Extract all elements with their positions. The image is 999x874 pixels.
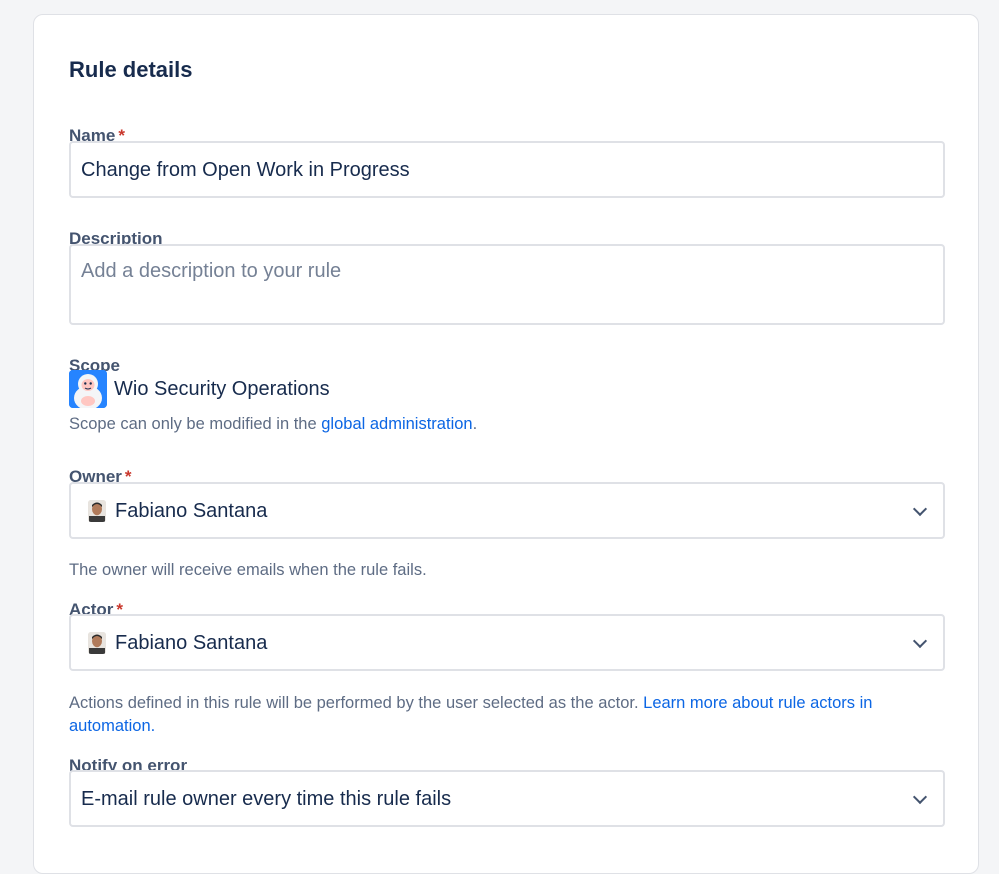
owner-help-text: The owner will receive emails when the r… <box>69 561 427 579</box>
name-input[interactable]: Change from Open Work in Progress <box>69 141 945 198</box>
rule-details-title: Rule details <box>69 57 193 82</box>
actor-select[interactable]: Fabiano Santana <box>69 614 945 671</box>
description-placeholder: Add a description to your rule <box>81 260 342 282</box>
global-administration-link[interactable]: global administration <box>321 415 472 433</box>
actor-help-prefix: Actions defined in this rule will be per… <box>69 694 644 712</box>
scope-help-prefix: Scope can only be modified in the <box>69 415 322 433</box>
yeti-project-icon <box>69 370 107 408</box>
scope-help-suffix: . <box>472 415 478 433</box>
notify-on-error-select[interactable]: E-mail rule owner every time this rule f… <box>69 770 945 827</box>
owner-avatar <box>88 500 106 522</box>
actor-help-text: Actions defined in this rule will be per… <box>69 692 945 738</box>
actor-select-value: Fabiano Santana <box>115 632 268 654</box>
chevron-down-icon <box>912 501 928 516</box>
scope-project-name: Wio Security Operations <box>114 378 330 400</box>
owner-select[interactable]: Fabiano Santana <box>69 482 945 539</box>
description-textarea[interactable]: Add a description to your rule <box>69 244 945 325</box>
notify-on-error-select-value: E-mail rule owner every time this rule f… <box>81 788 452 810</box>
name-input-value: Change from Open Work in Progress <box>81 159 410 181</box>
rule-details-card: Rule details Name * Change from Open Work… <box>33 14 979 874</box>
scope-help-text: Scope can only be modified in the global… <box>69 413 945 436</box>
chevron-down-icon <box>912 633 928 648</box>
owner-select-value: Fabiano Santana <box>115 500 268 522</box>
chevron-down-icon <box>912 789 928 804</box>
actor-avatar <box>88 632 106 654</box>
